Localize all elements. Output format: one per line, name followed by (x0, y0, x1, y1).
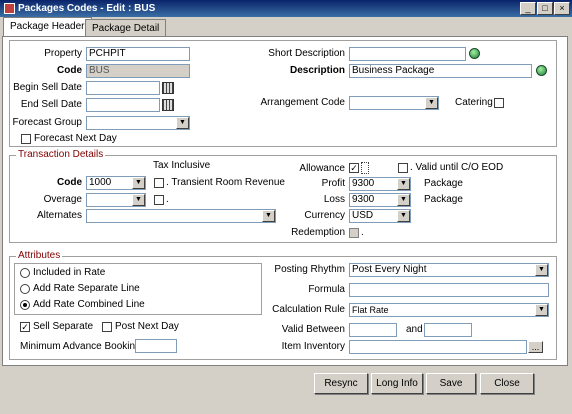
transaction-details-legend: Transaction Details (16, 149, 106, 160)
valid-between-and-label: and (406, 324, 423, 335)
chevron-down-icon[interactable]: ▼ (397, 178, 410, 190)
valid-until-checkbox[interactable] (398, 163, 408, 173)
item-inventory-label: Item Inventory (281, 341, 345, 352)
item-inventory-browse-button[interactable]: ... (528, 341, 543, 353)
catering-label: Catering (455, 97, 493, 108)
end-sell-label: End Sell Date (20, 99, 82, 110)
window-titlebar: Packages Codes - Edit : BUS (0, 0, 572, 17)
transaction-code-label: Code (57, 177, 82, 188)
sell-separate-label: Sell Separate (33, 321, 94, 332)
forecast-next-day-checkbox[interactable] (21, 134, 31, 144)
redemption-dot-label: . (361, 227, 364, 238)
add-rate-combined-line-label: Add Rate Combined Line (33, 299, 145, 310)
item-inventory-field[interactable] (349, 340, 527, 354)
close-window-button[interactable]: × (554, 2, 570, 15)
overage-dot-label: . (166, 194, 169, 205)
forecast-next-day-label: Forecast Next Day (34, 133, 117, 144)
profit-label: Profit (321, 178, 345, 189)
short-description-field[interactable] (349, 47, 466, 61)
post-next-day-label: Post Next Day (115, 321, 179, 332)
tab-package-detail[interactable]: Package Detail (85, 19, 167, 36)
posting-rhythm-select[interactable]: Post Every Night (349, 263, 549, 277)
forecast-group-select[interactable] (86, 116, 190, 130)
close-button[interactable]: Close (480, 373, 534, 394)
loss-unit-label: Package (424, 194, 463, 205)
overage-label: Overage (43, 194, 82, 205)
property-label: Property (44, 48, 82, 59)
translate-globe-icon[interactable] (536, 65, 547, 76)
loss-label: Loss (323, 194, 345, 205)
code-label: Code (57, 65, 82, 76)
description-label: Description (289, 65, 345, 76)
begin-sell-field[interactable] (86, 81, 160, 95)
translate-globe-icon[interactable] (469, 48, 480, 59)
code-field: BUS (86, 64, 190, 78)
transient-room-revenue-label: . Transient Room Revenue (166, 177, 285, 188)
allowance-focus-marker (361, 162, 369, 174)
add-rate-separate-line-label: Add Rate Separate Line (33, 283, 140, 294)
included-in-rate-radio[interactable] (20, 268, 30, 278)
long-info-button[interactable]: Long Info (371, 373, 423, 394)
chevron-down-icon[interactable]: ▼ (397, 210, 410, 222)
tab-package-header[interactable]: Package Header (3, 17, 92, 36)
valid-from-field[interactable] (349, 323, 397, 337)
add-rate-combined-line-radio[interactable] (20, 300, 30, 310)
chevron-down-icon[interactable]: ▼ (397, 194, 410, 206)
tax-inclusive-checkbox[interactable] (154, 178, 164, 188)
minimum-advance-booking-field[interactable] (135, 339, 177, 353)
calendar-icon[interactable] (162, 82, 174, 94)
resync-button[interactable]: Resync (314, 373, 368, 394)
short-description-label: Short Description (268, 48, 345, 59)
valid-to-field[interactable] (424, 323, 472, 337)
maximize-button[interactable]: □ (537, 2, 553, 15)
chevron-down-icon[interactable]: ▼ (132, 177, 145, 189)
chevron-down-icon[interactable]: ▼ (132, 194, 145, 206)
included-in-rate-label: Included in Rate (33, 267, 106, 278)
overage-tax-checkbox[interactable] (154, 195, 164, 205)
forecast-group-label: Forecast Group (12, 117, 82, 128)
calendar-icon[interactable] (162, 99, 174, 111)
alternates-select[interactable] (86, 209, 276, 223)
minimize-button[interactable]: _ (520, 2, 536, 15)
formula-field[interactable] (349, 283, 549, 297)
alternates-label: Alternates (36, 210, 82, 221)
redemption-label: Redemption (291, 227, 345, 238)
chevron-down-icon[interactable]: ▼ (535, 304, 548, 316)
chevron-down-icon[interactable]: ▼ (176, 117, 189, 129)
tax-inclusive-label: Tax Inclusive (153, 160, 211, 171)
formula-label: Formula (308, 284, 345, 295)
redemption-checkbox (349, 228, 359, 238)
sell-separate-checkbox[interactable]: ✓ (20, 322, 30, 332)
description-field[interactable]: Business Package (349, 64, 532, 78)
attributes-legend: Attributes (16, 250, 63, 261)
posting-rhythm-label: Posting Rhythm (274, 264, 345, 275)
save-button[interactable]: Save (426, 373, 476, 394)
minimum-advance-booking-label: Minimum Advance Booking (20, 341, 141, 352)
valid-between-label: Valid Between (281, 324, 345, 335)
currency-label: Currency (304, 210, 345, 221)
property-field[interactable]: PCHPIT (86, 47, 190, 61)
chevron-down-icon[interactable]: ▼ (535, 264, 548, 276)
valid-until-co-eod-label: . Valid until C/O EOD (410, 162, 504, 173)
catering-checkbox[interactable] (494, 98, 504, 108)
end-sell-field[interactable] (86, 98, 160, 112)
arrangement-code-label: Arrangement Code (260, 97, 346, 108)
profit-unit-label: Package (424, 178, 463, 189)
chevron-down-icon[interactable]: ▼ (425, 97, 438, 109)
app-icon (4, 3, 15, 14)
add-rate-separate-line-radio[interactable] (20, 284, 30, 294)
calculation-rule-label: Calculation Rule (272, 304, 345, 315)
calculation-rule-select[interactable]: Flat Rate (349, 303, 549, 317)
begin-sell-label: Begin Sell Date (13, 82, 82, 93)
allowance-label: Allowance (299, 163, 345, 174)
post-next-day-checkbox[interactable] (102, 322, 112, 332)
allowance-checkbox[interactable]: ✓ (349, 163, 359, 173)
